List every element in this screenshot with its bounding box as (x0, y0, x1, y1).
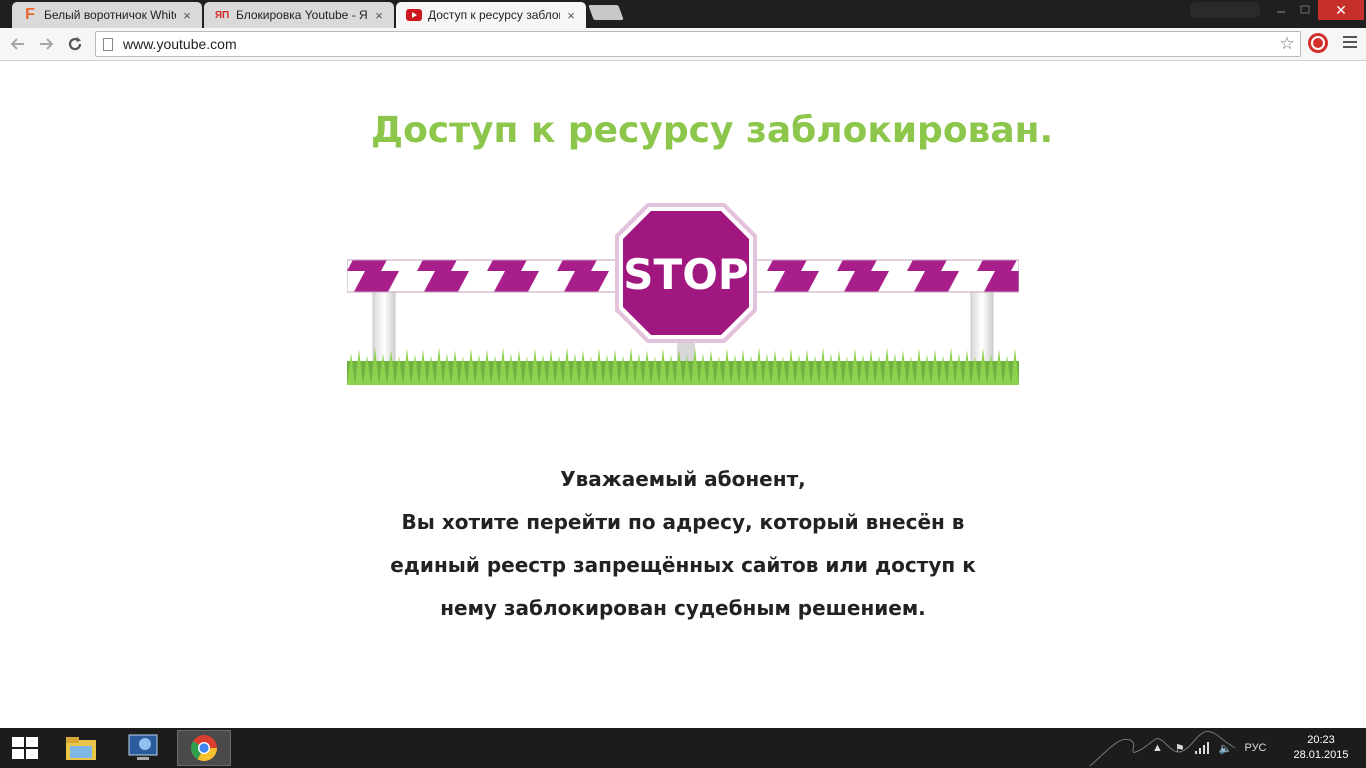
remote-desktop-icon[interactable] (116, 730, 170, 766)
tab-access-blocked[interactable]: Доступ к ресурсу заблок × (396, 2, 586, 28)
volume-icon[interactable]: 🔈 (1219, 742, 1233, 755)
back-button[interactable] (6, 32, 30, 56)
stop-sign-text: STOP (623, 250, 748, 299)
forward-button[interactable] (34, 32, 58, 56)
tab-title: Белый воротничок White (44, 8, 176, 22)
language-indicator[interactable]: РУС (1244, 742, 1266, 754)
message-line: нему заблокирован судебным решением. (440, 596, 926, 620)
user-avatar[interactable] (1190, 2, 1260, 18)
barrier-post-left (372, 290, 396, 366)
message-line: Уважаемый абонент, (560, 467, 806, 491)
new-tab-button[interactable] (588, 5, 624, 20)
close-tab-icon[interactable]: × (564, 8, 578, 23)
tab-title: Блокировка Youtube - ЯП (236, 8, 368, 22)
url-text[interactable]: www.youtube.com (123, 36, 1274, 52)
clock[interactable]: 20:23 28.01.2015 (1292, 733, 1350, 763)
back-arrow-icon (10, 38, 24, 50)
page-icon (103, 37, 113, 51)
system-tray: ▲ ⚑ 🔈 РУС (1152, 728, 1267, 768)
taskbar: ▲ ⚑ 🔈 РУС 20:23 28.01.2015 (0, 728, 1366, 768)
stop-sign: STOP (615, 203, 757, 343)
close-tab-icon[interactable]: × (372, 8, 386, 23)
youtube-icon (406, 7, 422, 23)
flag-icon[interactable]: ⚑ (1175, 742, 1185, 755)
adblock-extension-icon[interactable] (1308, 33, 1328, 53)
reload-icon (68, 37, 82, 51)
page-content: Доступ к ресурсу заблокирован. STOP Уваж… (0, 62, 1366, 728)
start-button[interactable] (12, 737, 38, 759)
reload-button[interactable] (63, 32, 87, 56)
network-icon (1194, 742, 1209, 754)
browser-toolbar: www.youtube.com ☆ (0, 28, 1366, 61)
address-bar[interactable]: www.youtube.com ☆ (95, 31, 1301, 57)
page-title: Доступ к ресурсу заблокирован. (371, 110, 1054, 151)
tab-strip: F Белый воротничок White × ЯП Блокировка… (0, 0, 1366, 28)
forward-arrow-icon (40, 38, 54, 50)
close-tab-icon[interactable]: × (180, 8, 194, 23)
maximize-button[interactable] (1294, 0, 1316, 20)
clock-date: 28.01.2015 (1293, 749, 1349, 761)
barrier-post-right (970, 290, 994, 366)
chrome-menu-icon[interactable] (1342, 34, 1358, 50)
tab-youtube-blocking[interactable]: ЯП Блокировка Youtube - ЯП × (204, 2, 394, 28)
message-line: Вы хотите перейти по адресу, который вне… (401, 510, 965, 534)
block-message: Уважаемый абонент, Вы хотите перейти по … (333, 458, 1033, 630)
bookmark-star-icon[interactable]: ☆ (1274, 34, 1300, 54)
window-close-button[interactable]: ✕ (1318, 0, 1364, 20)
file-explorer-icon[interactable] (54, 730, 108, 766)
show-hidden-icons-icon[interactable]: ▲ (1152, 742, 1163, 754)
clock-time: 20:23 (1307, 734, 1335, 746)
tab-title: Доступ к ресурсу заблок (428, 8, 560, 22)
tab-white-collar[interactable]: F Белый воротничок White × (12, 2, 202, 28)
chrome-icon[interactable] (177, 730, 231, 766)
f-favicon-icon: F (25, 6, 35, 23)
yap-favicon-icon: ЯП (214, 9, 230, 21)
message-line: единый реестр запрещённых сайтов или дос… (390, 553, 976, 577)
stop-barrier-illustration: STOP (347, 203, 1019, 385)
minimize-button[interactable] (1270, 0, 1292, 20)
